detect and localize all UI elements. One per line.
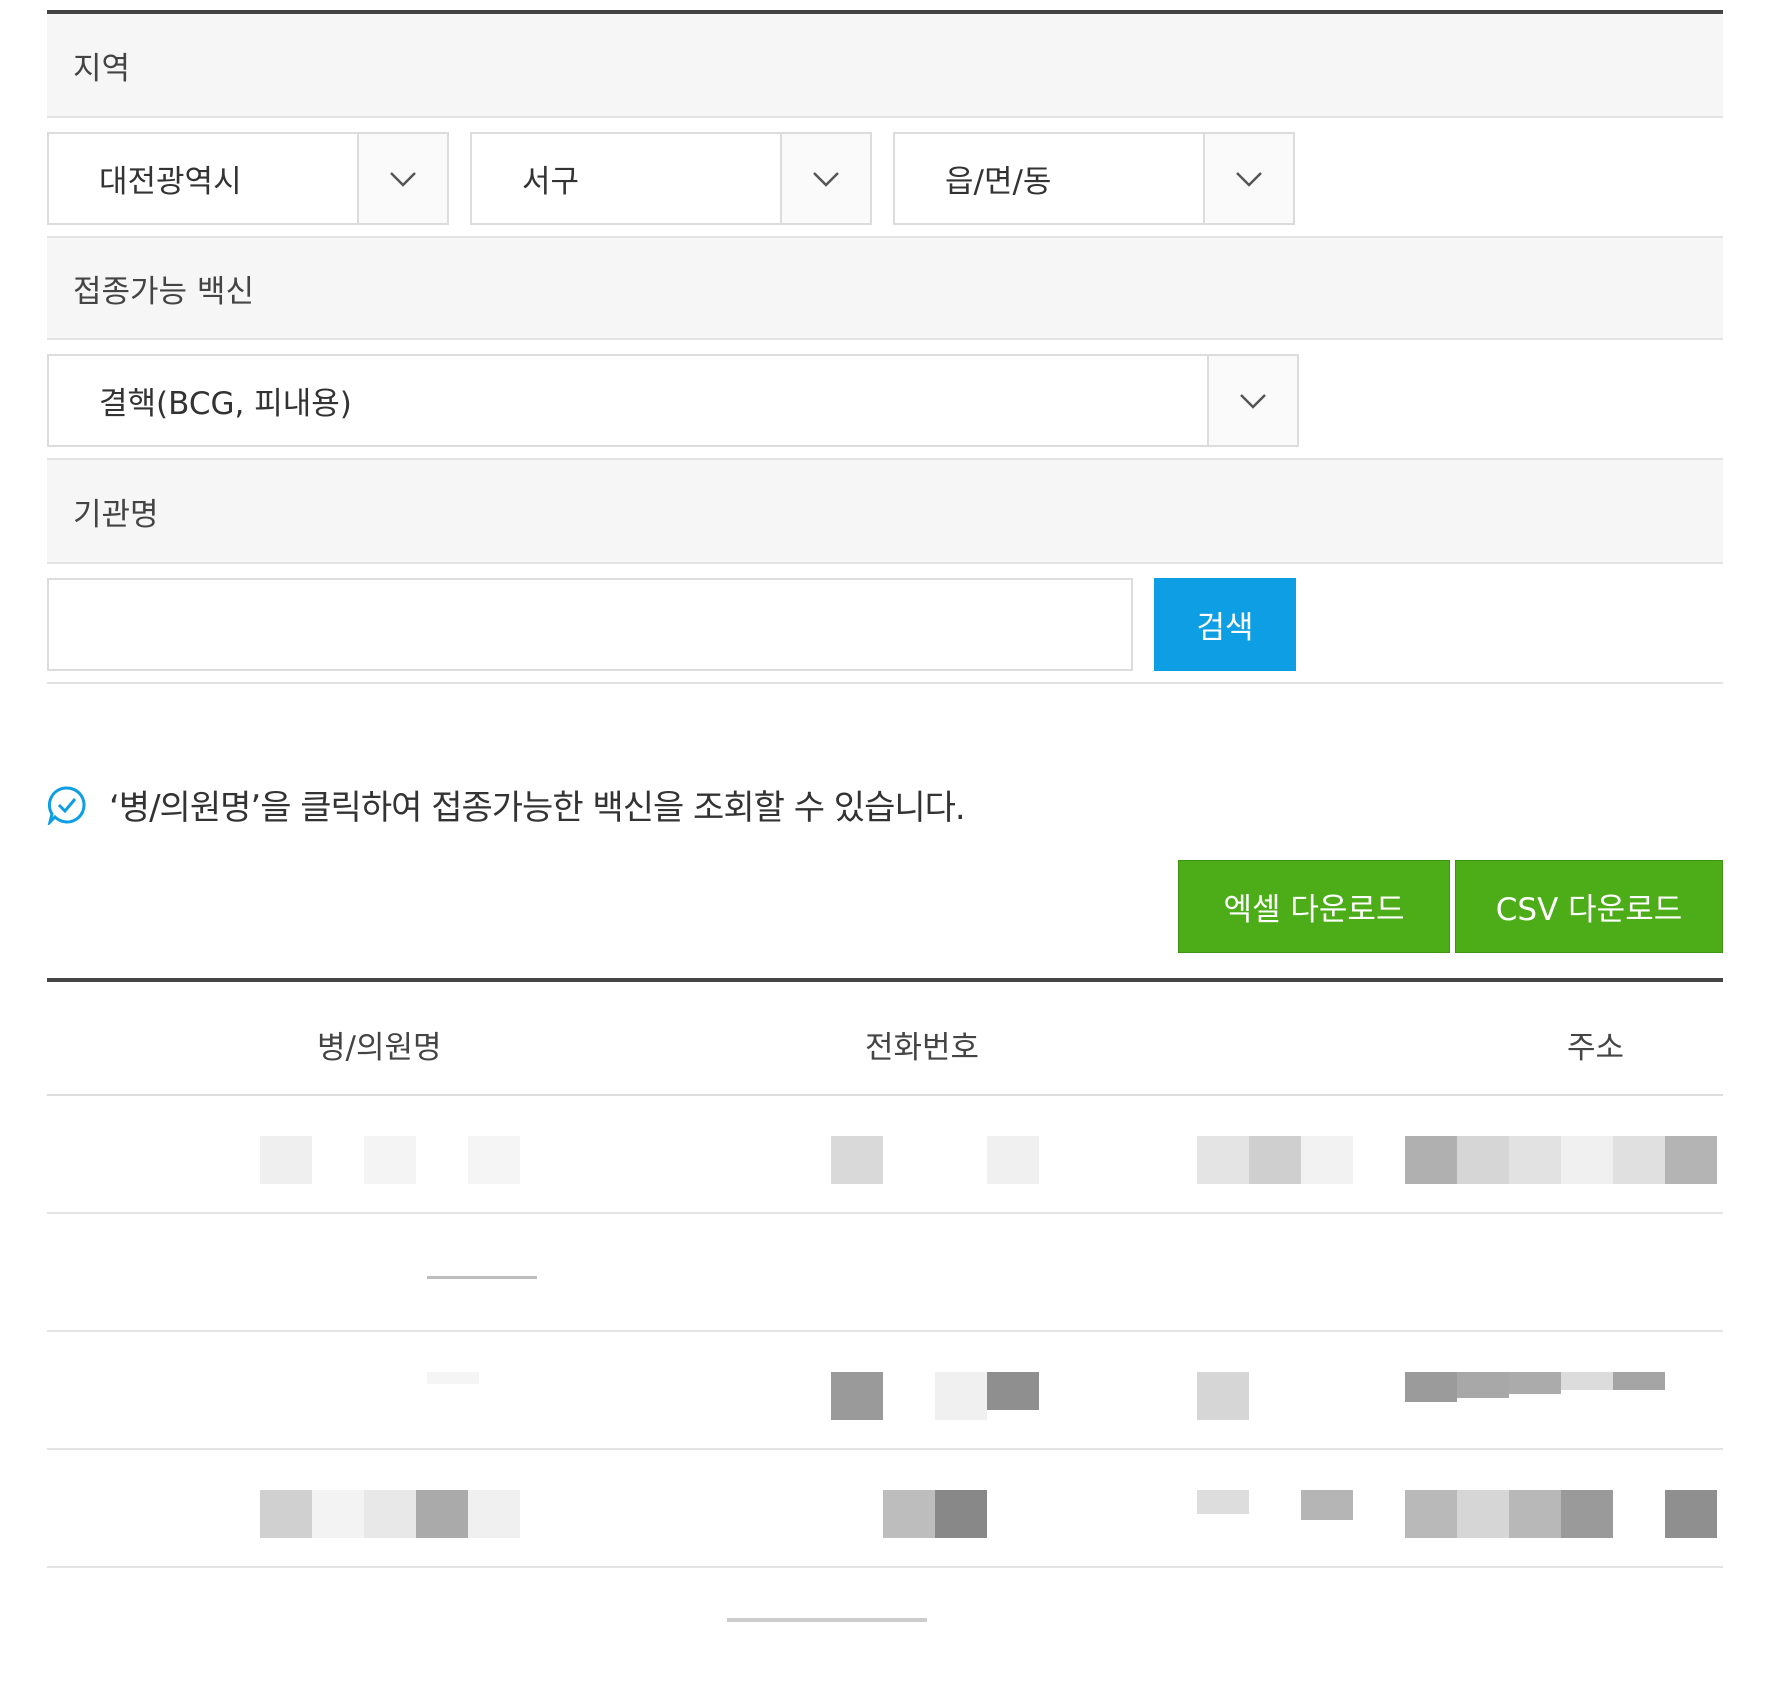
chevron-down-icon xyxy=(1203,134,1293,223)
redacted-address xyxy=(1197,1136,1717,1184)
table-row[interactable] xyxy=(47,1568,1723,1658)
table-row[interactable] xyxy=(47,1450,1723,1568)
header-phone: 전화번호 xyxy=(865,1030,980,1066)
search-form: 지역 대전광역시 서구 읍/면/동 접종가능 백신 결핵(BCG, 피내용) 기… xyxy=(47,10,1723,684)
city-select-value: 대전광역시 xyxy=(99,164,242,200)
vaccine-select[interactable]: 결핵(BCG, 피내용) xyxy=(47,354,1299,447)
region-label: 지역 xyxy=(73,50,131,87)
header-hospital-name: 병/의원명 xyxy=(317,1030,442,1066)
town-select-value: 읍/면/동 xyxy=(945,164,1052,200)
notice: ‘병/의원명’을 클릭하여 접종가능한 백신을 조회할 수 있습니다. xyxy=(47,780,966,829)
table-row[interactable] xyxy=(47,1214,1723,1332)
search-button[interactable]: 검색 xyxy=(1154,578,1296,671)
csv-download-button[interactable]: CSV 다운로드 xyxy=(1455,860,1723,953)
chat-check-icon xyxy=(47,785,87,825)
redacted-phone xyxy=(831,1372,1039,1420)
download-buttons: 엑셀 다운로드 CSV 다운로드 xyxy=(1173,860,1723,953)
org-label: 기관명 xyxy=(73,496,159,533)
org-name-input[interactable] xyxy=(47,578,1133,671)
district-select[interactable]: 서구 xyxy=(470,132,872,225)
redacted-name xyxy=(260,1136,520,1184)
redacted-name xyxy=(427,1372,479,1384)
district-select-value: 서구 xyxy=(522,164,580,200)
city-select[interactable]: 대전광역시 xyxy=(47,132,449,225)
redacted-address xyxy=(1197,1372,1665,1420)
chevron-down-icon xyxy=(357,134,447,223)
org-search-row: 검색 xyxy=(47,564,1723,684)
redacted-name xyxy=(427,1276,537,1279)
vaccine-select-row: 결핵(BCG, 피내용) xyxy=(47,340,1723,460)
redacted-address xyxy=(1197,1490,1717,1538)
redacted-phone xyxy=(831,1136,1039,1184)
region-select-row: 대전광역시 서구 읍/면/동 xyxy=(47,118,1723,238)
town-select[interactable]: 읍/면/동 xyxy=(893,132,1295,225)
excel-download-button[interactable]: 엑셀 다운로드 xyxy=(1178,860,1450,953)
org-label-row: 기관명 xyxy=(47,460,1723,564)
redacted-phone xyxy=(831,1490,987,1538)
vaccine-label: 접종가능 백신 xyxy=(73,273,254,310)
redacted-phone xyxy=(727,1618,927,1622)
redacted-name xyxy=(260,1490,520,1538)
vaccine-label-row: 접종가능 백신 xyxy=(47,238,1723,340)
region-label-row: 지역 xyxy=(47,14,1723,118)
table-row[interactable] xyxy=(47,1332,1723,1450)
header-address: 주소 xyxy=(1567,1030,1625,1066)
table-row[interactable] xyxy=(47,1096,1723,1214)
results-table: 병/의원명 전화번호 주소 xyxy=(47,978,1723,1658)
chevron-down-icon xyxy=(1207,356,1297,445)
table-header: 병/의원명 전화번호 주소 xyxy=(47,978,1723,1096)
chevron-down-icon xyxy=(780,134,870,223)
vaccine-select-value: 결핵(BCG, 피내용) xyxy=(99,386,352,422)
notice-text: ‘병/의원명’을 클릭하여 접종가능한 백신을 조회할 수 있습니다. xyxy=(109,788,966,828)
